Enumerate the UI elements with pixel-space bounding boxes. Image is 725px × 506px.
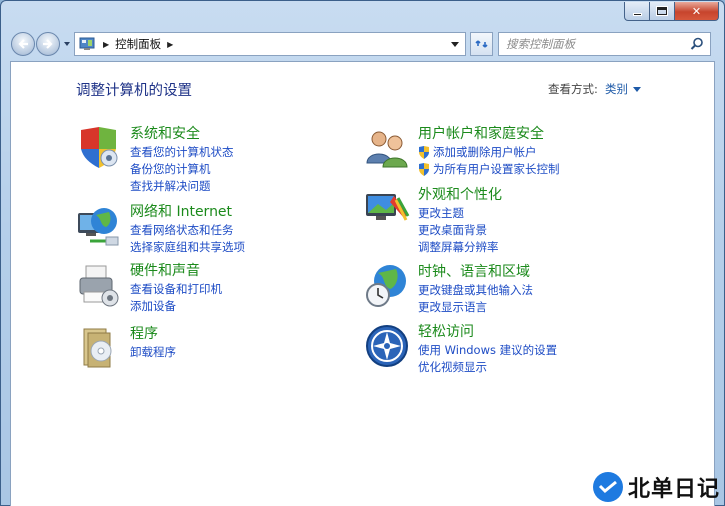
category-title-link[interactable]: 时钟、语言和区域: [418, 263, 533, 281]
task-link[interactable]: 查看网络状态和任务: [130, 222, 245, 239]
task-link-label: 添加或删除用户帐户: [433, 145, 537, 159]
category-user-accounts: 用户帐户和家庭安全 添加或删除用户帐户 为所有用户设置家长控制: [364, 125, 560, 178]
task-link[interactable]: 调整屏幕分辨率: [418, 239, 502, 256]
category-title-link[interactable]: 外观和个性化: [418, 186, 502, 204]
close-icon: ✕: [691, 4, 702, 18]
page-title: 调整计算机的设置: [76, 83, 192, 99]
view-by-value: 类别: [605, 82, 628, 96]
refresh-button[interactable]: [470, 32, 493, 56]
navigation-bar: ▶ 控制面板 ▶: [10, 31, 715, 57]
breadcrumb-control-panel[interactable]: 控制面板: [115, 36, 161, 52]
task-link[interactable]: 查看您的计算机状态: [130, 144, 234, 161]
shield-security-icon[interactable]: [76, 125, 122, 171]
control-panel-icon: [79, 37, 95, 50]
watermark-logo-icon: [592, 472, 623, 502]
category-clock-language-region: 时钟、语言和区域 更改键盘或其他输入法 更改显示语言: [364, 263, 533, 316]
category-system-security: 系统和安全 查看您的计算机状态 备份您的计算机 查找并解决问题: [76, 125, 234, 195]
category-title-link[interactable]: 程序: [130, 325, 176, 343]
view-by-dropdown[interactable]: 类别: [605, 81, 641, 97]
task-link[interactable]: 备份您的计算机: [130, 161, 234, 178]
category-title-link[interactable]: 轻松访问: [418, 323, 557, 341]
task-link[interactable]: 选择家庭组和共享选项: [130, 239, 245, 256]
category-title-link[interactable]: 用户帐户和家庭安全: [418, 125, 560, 143]
search-icon[interactable]: [690, 37, 704, 51]
category-title-link[interactable]: 硬件和声音: [130, 262, 222, 280]
uac-shield-icon: [419, 146, 429, 159]
watermark: 北单日记: [592, 471, 720, 503]
category-programs: 程序 卸载程序: [76, 325, 176, 371]
clock-globe-icon[interactable]: [364, 263, 410, 309]
address-bar[interactable]: ▶ 控制面板 ▶: [74, 32, 466, 56]
ease-of-access-icon[interactable]: [364, 323, 410, 369]
task-link[interactable]: 查看设备和打印机: [130, 281, 222, 298]
task-link[interactable]: 更改显示语言: [418, 299, 533, 316]
address-dropdown-icon[interactable]: [451, 42, 459, 48]
task-link[interactable]: 使用 Windows 建议的设置: [418, 342, 557, 359]
appearance-icon[interactable]: [364, 186, 410, 232]
category-network-internet: 网络和 Internet 查看网络状态和任务 选择家庭组和共享选项: [76, 203, 245, 256]
programs-icon[interactable]: [76, 325, 122, 371]
task-link[interactable]: 更改键盘或其他输入法: [418, 282, 533, 299]
task-link-label: 为所有用户设置家长控制: [433, 162, 560, 176]
recent-pages-dropdown[interactable]: [63, 40, 71, 48]
chevron-down-icon: [633, 86, 641, 92]
user-accounts-icon[interactable]: [364, 125, 410, 171]
category-title-link[interactable]: 系统和安全: [130, 125, 234, 143]
category-ease-of-access: 轻松访问 使用 Windows 建议的设置 优化视频显示: [364, 323, 557, 376]
category-hardware-sound: 硬件和声音 查看设备和打印机 添加设备: [76, 262, 222, 315]
task-link[interactable]: 更改主题: [418, 205, 502, 222]
caption-buttons: ✕: [624, 2, 719, 22]
back-button[interactable]: [11, 32, 35, 56]
search-input[interactable]: [506, 37, 690, 51]
content-pane: 调整计算机的设置 查看方式: 类别 系统和安全 查看您的计算机状态 备份您的计算…: [10, 61, 715, 506]
close-button[interactable]: ✕: [675, 2, 719, 21]
back-arrow-icon: [18, 39, 28, 49]
breadcrumb-separator-icon[interactable]: ▶: [103, 40, 109, 49]
forward-button[interactable]: [36, 32, 60, 56]
uac-shield-icon: [419, 163, 429, 176]
network-globe-icon[interactable]: [76, 203, 122, 249]
task-link[interactable]: 添加设备: [130, 298, 222, 315]
printer-hardware-icon[interactable]: [76, 262, 122, 308]
forward-arrow-icon: [43, 39, 53, 49]
view-by-label: 查看方式:: [548, 82, 598, 96]
task-link[interactable]: 添加或删除用户帐户: [418, 144, 560, 161]
category-appearance: 外观和个性化 更改主题 更改桌面背景 调整屏幕分辨率: [364, 186, 502, 256]
task-link[interactable]: 查找并解决问题: [130, 178, 234, 195]
control-panel-window: ✕ ▶ 控制面板 ▶ 搜索控制面板 调整计算机的设置 查看方式: 类别 系统和安…: [0, 0, 725, 506]
task-link[interactable]: 优化视频显示: [418, 359, 557, 376]
minimize-icon: [632, 12, 642, 16]
task-link[interactable]: 为所有用户设置家长控制: [418, 161, 560, 178]
minimize-button[interactable]: [624, 2, 650, 21]
watermark-text: 北单日记: [627, 477, 720, 502]
task-link[interactable]: 更改桌面背景: [418, 222, 502, 239]
search-box[interactable]: [498, 32, 711, 56]
refresh-icon: [474, 40, 488, 48]
breadcrumb-separator-icon[interactable]: ▶: [167, 40, 173, 49]
category-title-link[interactable]: 网络和 Internet: [130, 203, 245, 221]
task-link[interactable]: 卸载程序: [130, 344, 176, 361]
maximize-icon: [657, 7, 667, 15]
maximize-button[interactable]: [650, 2, 675, 21]
